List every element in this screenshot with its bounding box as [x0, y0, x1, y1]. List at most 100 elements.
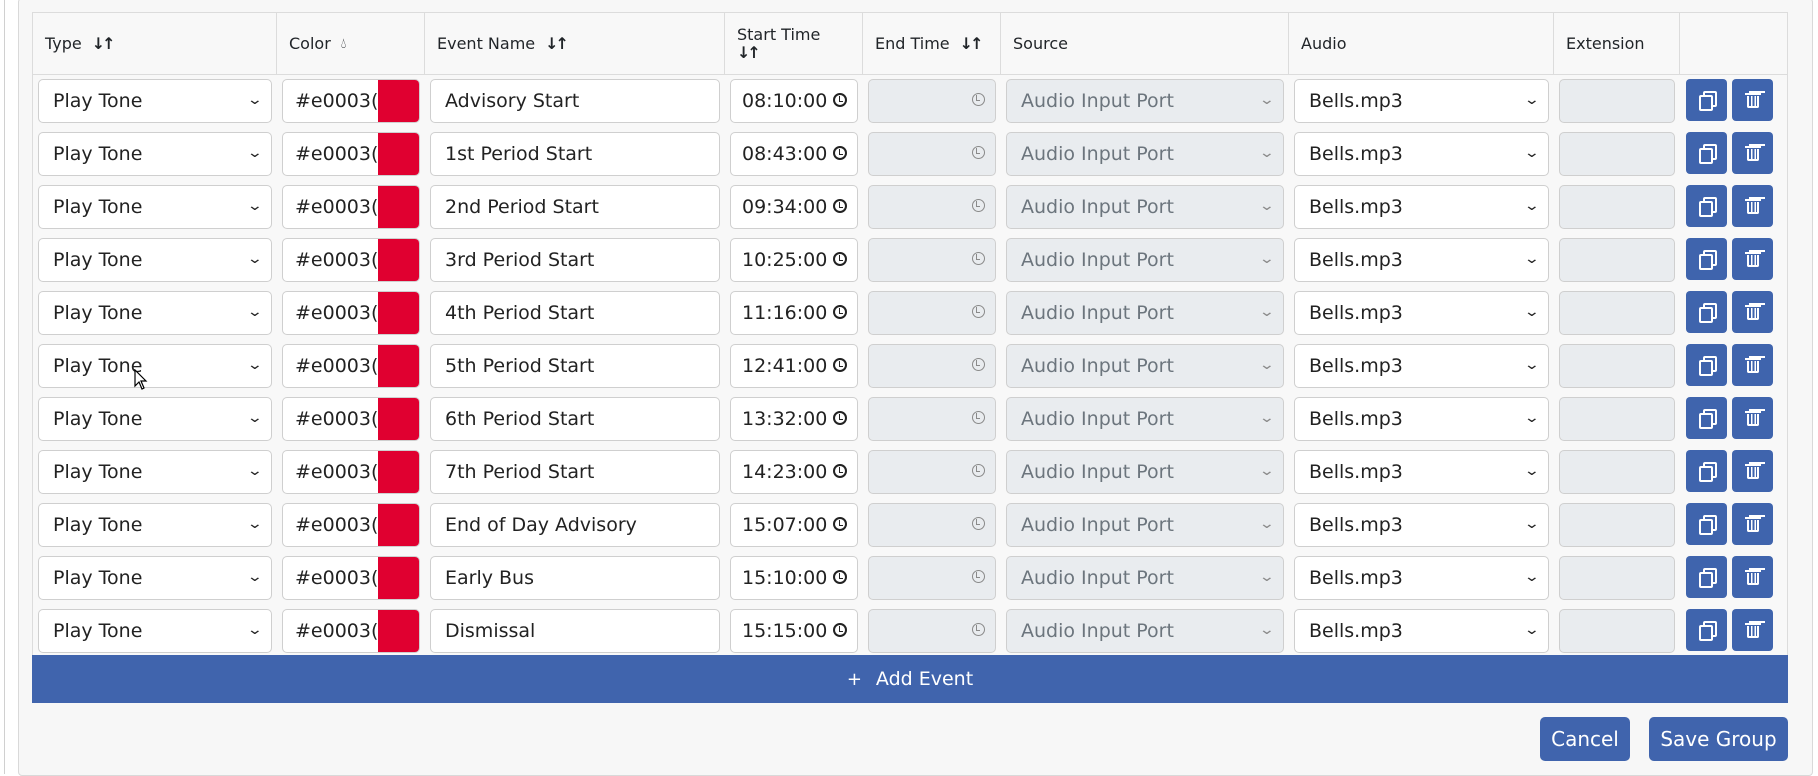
color-swatch[interactable] — [378, 345, 419, 387]
color-field[interactable]: #e0003( — [282, 609, 420, 653]
color-field[interactable]: #e0003( — [282, 503, 420, 547]
clock-icon[interactable] — [833, 252, 847, 266]
copy-row-button[interactable] — [1686, 79, 1727, 121]
type-select[interactable]: Play Tone ⌄ — [38, 79, 272, 123]
header-start-time[interactable]: Start Time ↓↑ — [725, 13, 863, 74]
start-time-input[interactable]: 15:10:00 — [730, 556, 858, 600]
event-name-input[interactable]: 4th Period Start — [430, 291, 720, 335]
clock-icon[interactable] — [833, 93, 847, 107]
start-time-input[interactable]: 09:34:00 — [730, 185, 858, 229]
color-field[interactable]: #e0003( — [282, 556, 420, 600]
color-swatch[interactable] — [378, 398, 419, 440]
event-name-input[interactable]: Early Bus — [430, 556, 720, 600]
audio-select[interactable]: Bells.mp3 ⌄ — [1294, 556, 1549, 600]
color-field[interactable]: #e0003( — [282, 291, 420, 335]
color-swatch[interactable] — [378, 557, 419, 599]
header-event-name[interactable]: Event Name ↓↑ — [425, 13, 725, 74]
start-time-input[interactable]: 08:43:00 — [730, 132, 858, 176]
delete-row-button[interactable] — [1732, 556, 1773, 598]
color-swatch[interactable] — [378, 186, 419, 228]
audio-select[interactable]: Bells.mp3 ⌄ — [1294, 344, 1549, 388]
clock-icon[interactable] — [833, 199, 847, 213]
event-name-input[interactable]: End of Day Advisory — [430, 503, 720, 547]
copy-row-button[interactable] — [1686, 344, 1727, 386]
type-select[interactable]: Play Tone ⌄ — [38, 556, 272, 600]
color-field[interactable]: #e0003( — [282, 132, 420, 176]
copy-row-button[interactable] — [1686, 556, 1727, 598]
color-field[interactable]: #e0003( — [282, 185, 420, 229]
start-time-input[interactable]: 10:25:00 — [730, 238, 858, 282]
audio-select[interactable]: Bells.mp3 ⌄ — [1294, 132, 1549, 176]
copy-row-button[interactable] — [1686, 609, 1727, 651]
clock-icon[interactable] — [833, 411, 847, 425]
color-swatch[interactable] — [378, 80, 419, 122]
delete-row-button[interactable] — [1732, 397, 1773, 439]
color-swatch[interactable] — [378, 504, 419, 546]
sort-icon[interactable]: ↓↑ — [92, 34, 116, 53]
type-select[interactable]: Play Tone ⌄ — [38, 185, 272, 229]
color-swatch[interactable] — [378, 292, 419, 334]
clock-icon[interactable] — [833, 358, 847, 372]
type-select[interactable]: Play Tone ⌄ — [38, 238, 272, 282]
audio-select[interactable]: Bells.mp3 ⌄ — [1294, 609, 1549, 653]
clock-icon[interactable] — [833, 305, 847, 319]
event-name-input[interactable]: 2nd Period Start — [430, 185, 720, 229]
audio-select[interactable]: Bells.mp3 ⌄ — [1294, 238, 1549, 282]
event-name-input[interactable]: Dismissal — [430, 609, 720, 653]
copy-row-button[interactable] — [1686, 185, 1727, 227]
start-time-input[interactable]: 14:23:00 — [730, 450, 858, 494]
event-name-input[interactable]: 7th Period Start — [430, 450, 720, 494]
color-field[interactable]: #e0003( — [282, 79, 420, 123]
delete-row-button[interactable] — [1732, 291, 1773, 333]
color-swatch[interactable] — [378, 239, 419, 281]
start-time-input[interactable]: 15:15:00 — [730, 609, 858, 653]
copy-row-button[interactable] — [1686, 132, 1727, 174]
clock-icon[interactable] — [833, 623, 847, 637]
type-select[interactable]: Play Tone ⌄ — [38, 344, 272, 388]
audio-select[interactable]: Bells.mp3 ⌄ — [1294, 185, 1549, 229]
copy-row-button[interactable] — [1686, 503, 1727, 545]
delete-row-button[interactable] — [1732, 503, 1773, 545]
type-select[interactable]: Play Tone ⌄ — [38, 397, 272, 441]
clock-icon[interactable] — [833, 146, 847, 160]
audio-select[interactable]: Bells.mp3 ⌄ — [1294, 450, 1549, 494]
start-time-input[interactable]: 08:10:00 — [730, 79, 858, 123]
delete-row-button[interactable] — [1732, 79, 1773, 121]
delete-row-button[interactable] — [1732, 185, 1773, 227]
color-field[interactable]: #e0003( — [282, 238, 420, 282]
color-swatch[interactable] — [378, 133, 419, 175]
type-select[interactable]: Play Tone ⌄ — [38, 132, 272, 176]
event-name-input[interactable]: 6th Period Start — [430, 397, 720, 441]
event-name-input[interactable]: Advisory Start — [430, 79, 720, 123]
start-time-input[interactable]: 15:07:00 — [730, 503, 858, 547]
event-name-input[interactable]: 1st Period Start — [430, 132, 720, 176]
event-name-input[interactable]: 3rd Period Start — [430, 238, 720, 282]
copy-row-button[interactable] — [1686, 450, 1727, 492]
clock-icon[interactable] — [833, 464, 847, 478]
cancel-button[interactable]: Cancel — [1540, 717, 1630, 761]
event-name-input[interactable]: 5th Period Start — [430, 344, 720, 388]
clock-icon[interactable] — [833, 570, 847, 584]
color-swatch[interactable] — [378, 610, 419, 652]
color-field[interactable]: #e0003( — [282, 397, 420, 441]
audio-select[interactable]: Bells.mp3 ⌄ — [1294, 397, 1549, 441]
copy-row-button[interactable] — [1686, 397, 1727, 439]
type-select[interactable]: Play Tone ⌄ — [38, 291, 272, 335]
color-field[interactable]: #e0003( — [282, 450, 420, 494]
delete-row-button[interactable] — [1732, 132, 1773, 174]
copy-row-button[interactable] — [1686, 291, 1727, 333]
color-field[interactable]: #e0003( — [282, 344, 420, 388]
type-select[interactable]: Play Tone ⌄ — [38, 609, 272, 653]
sort-icon[interactable]: ↓↑ — [737, 43, 761, 62]
header-end-time[interactable]: End Time ↓↑ — [863, 13, 1001, 74]
start-time-input[interactable]: 13:32:00 — [730, 397, 858, 441]
audio-select[interactable]: Bells.mp3 ⌄ — [1294, 79, 1549, 123]
delete-row-button[interactable] — [1732, 450, 1773, 492]
sort-icon[interactable]: ↓↑ — [960, 34, 984, 53]
color-swatch[interactable] — [378, 451, 419, 493]
header-type[interactable]: Type ↓↑ — [33, 13, 277, 74]
type-select[interactable]: Play Tone ⌄ — [38, 450, 272, 494]
copy-row-button[interactable] — [1686, 238, 1727, 280]
save-group-button[interactable]: Save Group — [1649, 717, 1788, 761]
start-time-input[interactable]: 11:16:00 — [730, 291, 858, 335]
